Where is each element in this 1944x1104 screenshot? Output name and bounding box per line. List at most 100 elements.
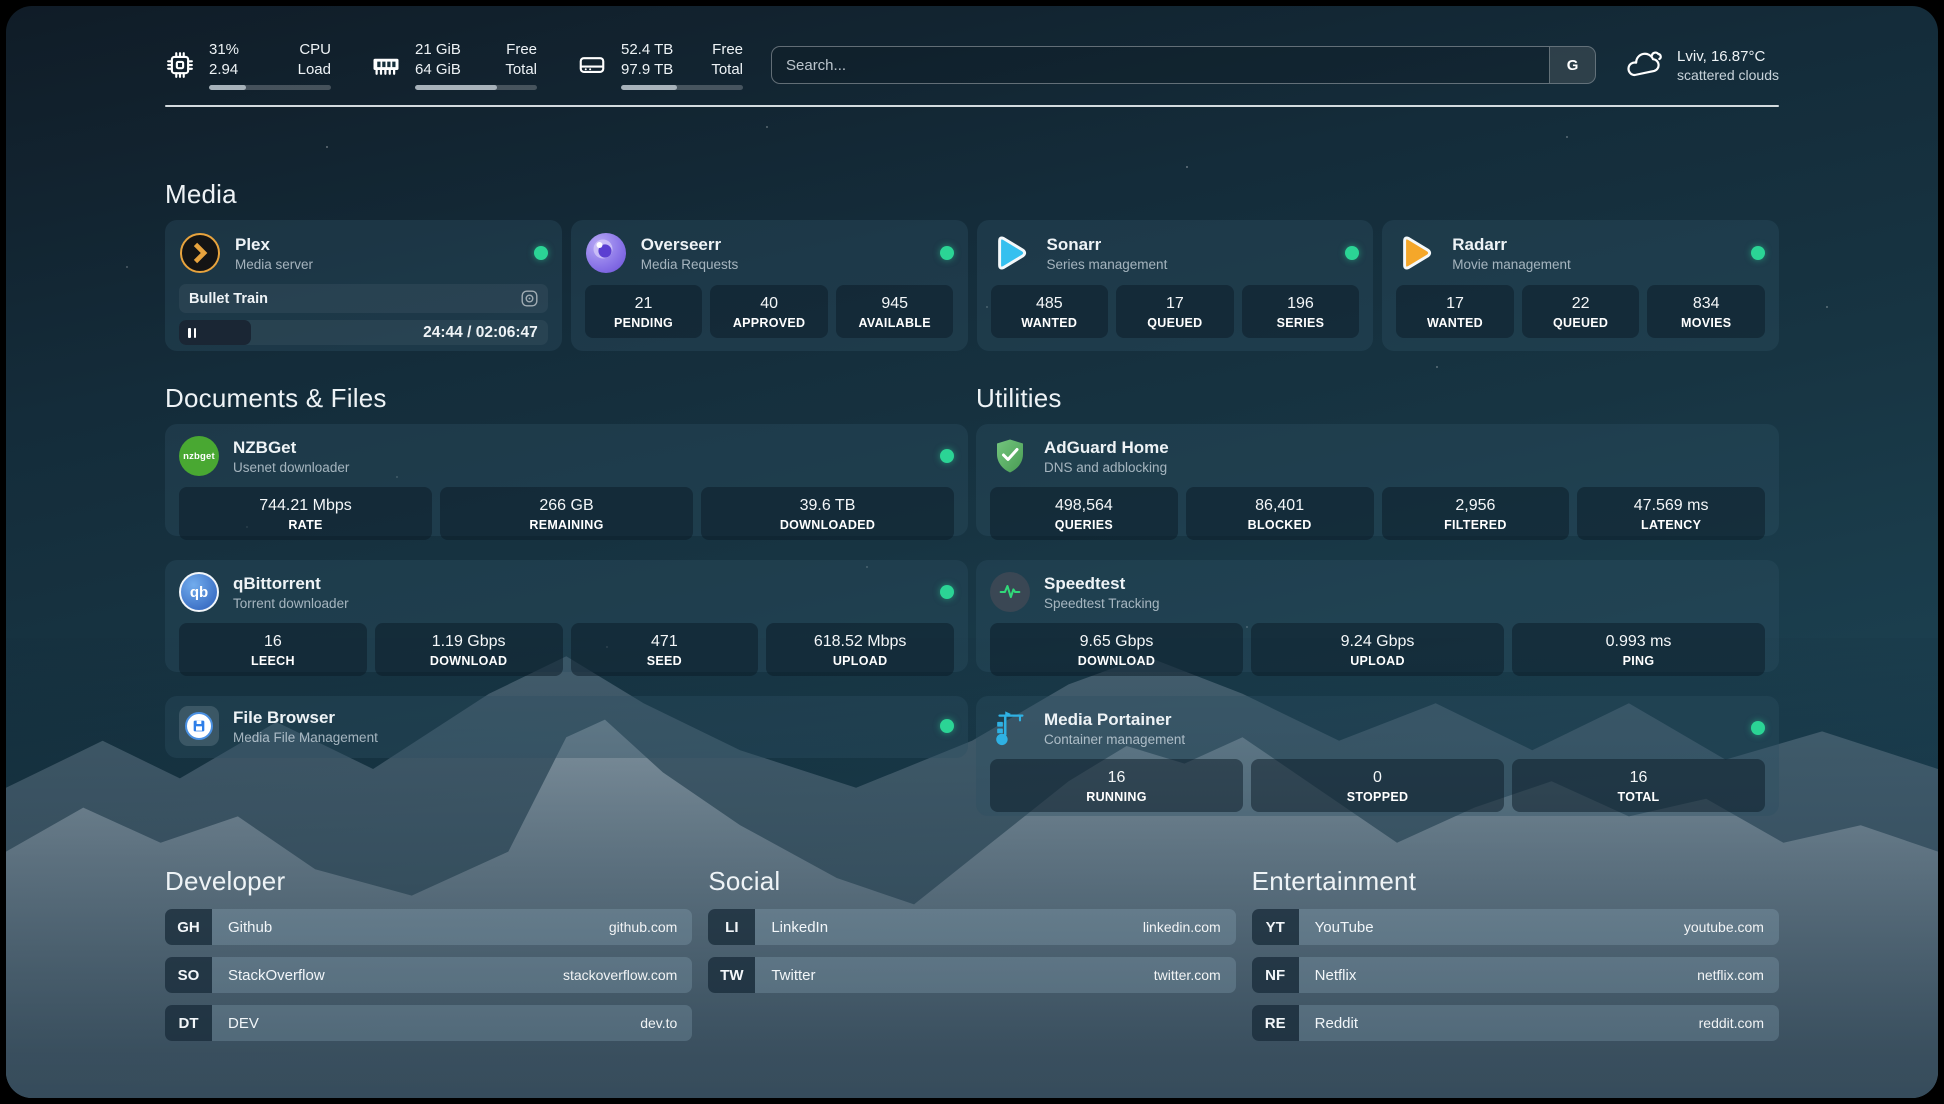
service-title: Plex [235,234,313,255]
plex-card[interactable]: Plex Media server Bullet Train [165,220,562,351]
stat-block: 266 GB REMAINING [440,487,693,540]
portainer-card[interactable]: Media Portainer Container management 16 … [976,696,1779,816]
bookmark-reddit[interactable]: RE Reddit reddit.com [1252,1005,1779,1041]
speedtest-card[interactable]: Speedtest Speedtest Tracking 9.65 Gbps D… [976,560,1779,672]
entertainment-bookmarks: YT YouTube youtube.com NF Netflix netfli… [1252,909,1779,1041]
bookmark-url: netflix.com [1697,957,1779,993]
stat-block: 744.21 Mbps RATE [179,487,432,540]
bookmark-linkedin[interactable]: LI LinkedIn linkedin.com [708,909,1235,945]
disk-total-value: 97.9 TB [621,60,679,80]
service-subtitle: Media server [235,256,313,273]
playback-progress-bar: 24:44 / 02:06:47 [179,320,548,345]
bookmark-name: LinkedIn [755,909,828,945]
cpu-usage-value: 31% [209,40,267,60]
bookmark-dev[interactable]: DT DEV dev.to [165,1005,692,1041]
stat-block: 40 APPROVED [710,285,828,338]
snow-specks [6,6,8,8]
cpu-progress-track [209,85,331,90]
service-subtitle: Media Requests [641,256,739,273]
memory-total-value: 64 GiB [415,60,473,80]
section-title-developer: Developer [165,866,692,897]
disk-total-label: Total [701,60,743,80]
cpu-progress-fill [209,85,246,90]
service-subtitle: Series management [1047,256,1168,273]
stat-block: 196 SERIES [1242,285,1360,338]
service-title: Sonarr [1047,234,1168,255]
service-title: Radarr [1452,234,1571,255]
stat-block: 834 MOVIES [1647,285,1765,338]
stat-block: 39.6 TB DOWNLOADED [701,487,954,540]
adguard-card[interactable]: AdGuard Home DNS and adblocking 498,564 … [976,424,1779,536]
memory-progress-track [415,85,537,90]
pause-icon [188,328,196,338]
service-title: Media Portainer [1044,709,1185,730]
status-dot [534,246,548,260]
sonarr-card[interactable]: Sonarr Series management 485 WANTED 17 Q… [977,220,1374,351]
section-title-media: Media [165,179,1779,210]
memory-progress-fill [415,85,497,90]
weather-widget: Lviv, 16.87°C scattered clouds [1624,47,1779,84]
cpu-usage-label: CPU [289,40,331,60]
nzbget-card[interactable]: nzbget NZBGet Usenet downloader 744.21 M… [165,424,968,536]
stat-block: 945 AVAILABLE [836,285,954,338]
bookmark-url: stackoverflow.com [563,957,692,993]
bookmark-github[interactable]: GH Github github.com [165,909,692,945]
bookmark-stackoverflow[interactable]: SO StackOverflow stackoverflow.com [165,957,692,993]
memory-icon [371,50,401,80]
weather-location-temp: Lviv, 16.87°C [1677,47,1779,66]
radarr-card[interactable]: Radarr Movie management 17 WANTED 22 QUE… [1382,220,1779,351]
service-subtitle: Media File Management [233,729,378,746]
stat-block: 0 STOPPED [1251,759,1504,812]
bookmark-name: Netflix [1299,957,1357,993]
qbittorrent-card[interactable]: qb qBittorrent Torrent downloader 16 LEE… [165,560,968,672]
adguard-icon [990,436,1030,476]
stat-block: 485 WANTED [991,285,1109,338]
service-title: Overseerr [641,234,739,255]
bookmark-url: github.com [609,909,692,945]
stat-block: 17 WANTED [1396,285,1514,338]
stat-block: 16 RUNNING [990,759,1243,812]
service-subtitle: Movie management [1452,256,1571,273]
now-playing-title: Bullet Train [189,291,268,307]
stat-block: 16 TOTAL [1512,759,1765,812]
bookmark-name: Github [212,909,272,945]
bookmark-abbr: TW [708,957,755,993]
stat-block: 86,401 BLOCKED [1186,487,1374,540]
now-playing-view-icon [521,290,538,307]
section-title-utilities: Utilities [976,383,1779,414]
bookmark-name: Reddit [1299,1005,1358,1041]
stat-block: 471 SEED [571,623,759,676]
filebrowser-card[interactable]: File Browser Media File Management [165,696,968,758]
top-bar: 31% 2.94 CPU Load [165,40,1779,90]
nzbget-icon: nzbget [179,436,219,476]
search-provider-button[interactable]: G [1549,47,1595,83]
bookmark-twitter[interactable]: TW Twitter twitter.com [708,957,1235,993]
service-subtitle: Usenet downloader [233,459,349,476]
bookmark-netflix[interactable]: NF Netflix netflix.com [1252,957,1779,993]
speedtest-icon [990,572,1030,612]
search-bar: G [771,46,1596,84]
stat-block: 9.65 Gbps DOWNLOAD [990,623,1243,676]
status-dot [940,449,954,463]
bookmark-abbr: NF [1252,957,1299,993]
stat-block: 21 PENDING [585,285,703,338]
bookmark-youtube[interactable]: YT YouTube youtube.com [1252,909,1779,945]
overseerr-card[interactable]: Overseerr Media Requests 21 PENDING 40 A… [571,220,968,351]
cpu-widget: 31% 2.94 CPU Load [165,40,331,90]
radarr-icon [1396,232,1438,274]
status-dot [940,246,954,260]
now-playing-row: Bullet Train [179,284,548,313]
service-subtitle: Torrent downloader [233,595,349,612]
stat-block: 618.52 Mbps UPLOAD [766,623,954,676]
search-input[interactable] [772,47,1549,83]
bookmark-url: twitter.com [1154,957,1236,993]
disk-progress-track [621,85,743,90]
memory-widget: 21 GiB 64 GiB Free Total [371,40,537,90]
developer-bookmarks: GH Github github.com SO StackOverflow st… [165,909,692,1041]
service-title: Speedtest [1044,573,1160,594]
weather-condition: scattered clouds [1677,66,1779,84]
disk-progress-fill [621,85,677,90]
cloud-icon [1624,48,1664,82]
playback-time: 24:44 / 02:06:47 [423,324,548,342]
stat-block: 16 LEECH [179,623,367,676]
